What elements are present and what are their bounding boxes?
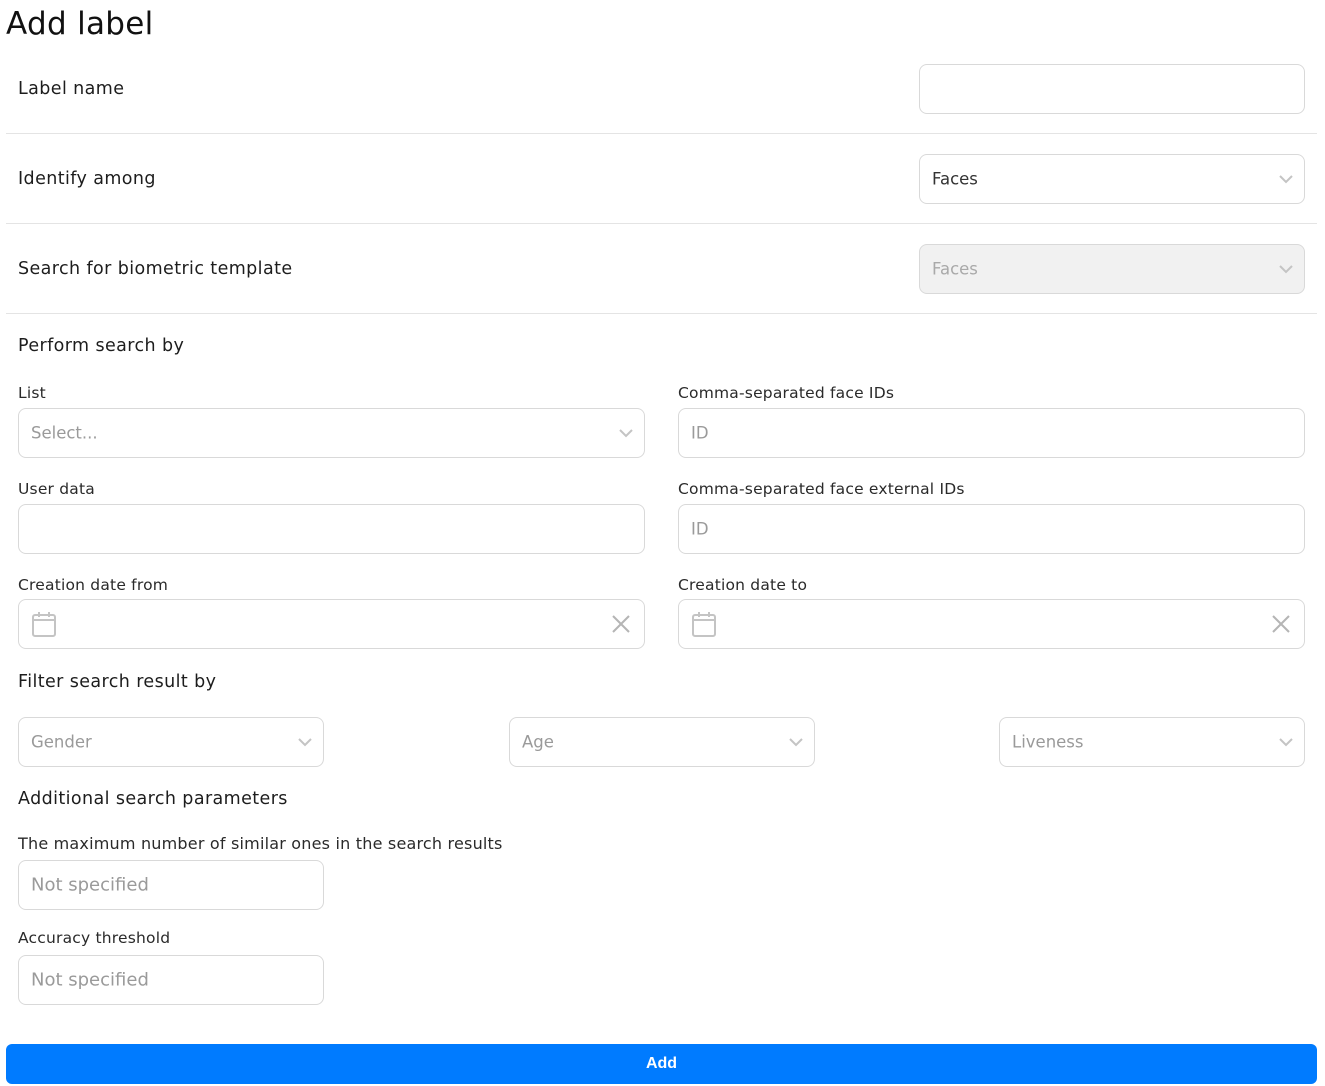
biometric-template-label: Search for biometric template xyxy=(18,258,293,279)
gender-select[interactable]: Gender xyxy=(18,717,324,767)
identify-among-value: Faces xyxy=(932,169,978,188)
max-similar-placeholder: Not specified xyxy=(31,874,149,896)
age-select[interactable]: Age xyxy=(509,717,815,767)
date-to-input[interactable] xyxy=(678,599,1305,649)
external-ids-input[interactable]: ID xyxy=(678,504,1305,554)
date-to-label: Creation date to xyxy=(678,576,808,594)
list-select[interactable]: Select... xyxy=(18,408,645,458)
chevron-down-icon xyxy=(297,737,313,747)
liveness-placeholder: Liveness xyxy=(1012,732,1084,752)
chevron-down-icon xyxy=(1278,174,1294,184)
accuracy-label: Accuracy threshold xyxy=(18,929,171,947)
add-button[interactable]: Add xyxy=(6,1044,1317,1084)
additional-heading: Additional search parameters xyxy=(18,789,288,809)
biometric-template-select: Faces xyxy=(919,243,1305,294)
biometric-template-value: Faces xyxy=(932,259,978,278)
max-similar-input[interactable]: Not specified xyxy=(18,860,324,910)
chevron-down-icon xyxy=(1278,737,1294,747)
page-title: Add label xyxy=(6,6,154,42)
external-ids-label: Comma-separated face external IDs xyxy=(678,480,965,498)
user-data-input[interactable] xyxy=(18,504,645,554)
identify-among-select[interactable]: Faces xyxy=(919,153,1305,204)
identify-among-label: Identify among xyxy=(18,168,156,189)
max-similar-label: The maximum number of similar ones in th… xyxy=(18,834,503,853)
clear-icon[interactable] xyxy=(610,613,632,635)
calendar-icon[interactable] xyxy=(691,610,717,638)
label-name-row: Label name xyxy=(6,44,1317,134)
list-label: List xyxy=(18,384,46,402)
clear-icon[interactable] xyxy=(1270,613,1292,635)
calendar-icon[interactable] xyxy=(31,610,57,638)
chevron-down-icon xyxy=(788,737,804,747)
age-placeholder: Age xyxy=(522,732,554,752)
label-name-label: Label name xyxy=(18,78,125,99)
date-from-input[interactable] xyxy=(18,599,645,649)
face-ids-input[interactable]: ID xyxy=(678,408,1305,458)
chevron-down-icon xyxy=(618,428,634,438)
external-ids-placeholder: ID xyxy=(691,519,709,539)
chevron-down-icon xyxy=(1278,264,1294,274)
accuracy-input[interactable]: Not specified xyxy=(18,955,324,1005)
gender-placeholder: Gender xyxy=(31,732,92,752)
face-ids-label: Comma-separated face IDs xyxy=(678,384,895,402)
filter-heading: Filter search result by xyxy=(18,672,217,692)
label-name-input[interactable] xyxy=(919,63,1305,114)
identify-among-row: Identify among Faces xyxy=(6,134,1317,224)
liveness-select[interactable]: Liveness xyxy=(999,717,1305,767)
face-ids-placeholder: ID xyxy=(691,423,709,443)
accuracy-placeholder: Not specified xyxy=(31,969,149,991)
user-data-label: User data xyxy=(18,480,95,498)
perform-search-heading: Perform search by xyxy=(18,336,185,356)
date-from-label: Creation date from xyxy=(18,576,169,594)
list-placeholder: Select... xyxy=(31,423,98,443)
biometric-template-row: Search for biometric template Faces xyxy=(6,224,1317,314)
